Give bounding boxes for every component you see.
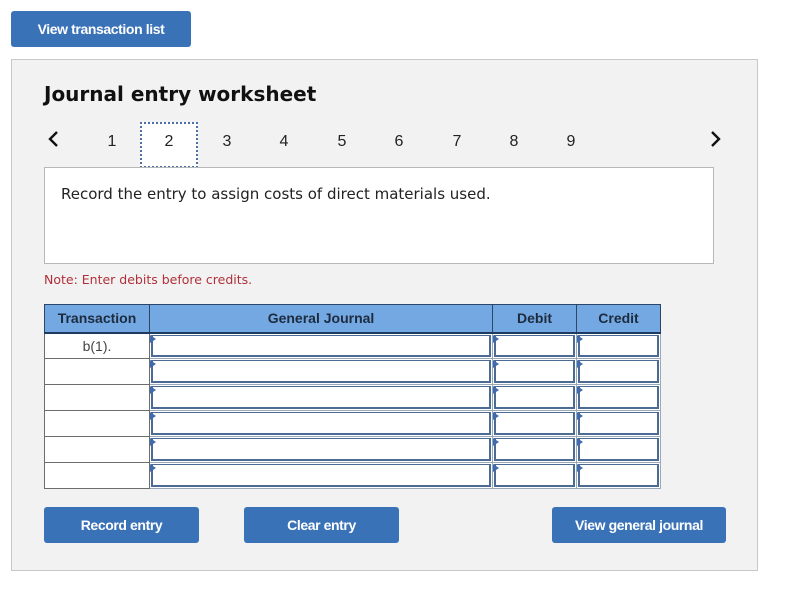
table-header-row: Transaction General Journal Debit Credit (44, 304, 661, 334)
credit-cell[interactable] (576, 436, 661, 463)
dropdown-marker-icon (150, 386, 156, 394)
debit-input[interactable] (494, 464, 575, 487)
page-tab-2[interactable]: 2 (140, 122, 198, 168)
general-journal-cell[interactable] (149, 410, 493, 437)
table-row (44, 384, 661, 411)
header-credit: Credit (576, 304, 661, 334)
debit-cell[interactable] (492, 358, 577, 385)
table-row (44, 462, 661, 489)
general-journal-input[interactable] (151, 360, 491, 383)
general-journal-input[interactable] (151, 438, 491, 461)
credit-cell[interactable] (576, 332, 661, 359)
general-journal-input[interactable] (151, 412, 491, 435)
transaction-cell (44, 436, 150, 463)
transaction-cell (44, 462, 150, 489)
chevron-left-icon (48, 131, 58, 147)
credit-cell[interactable] (576, 358, 661, 385)
credit-cell[interactable] (576, 384, 661, 411)
dropdown-marker-icon (577, 386, 583, 394)
dropdown-marker-icon (493, 386, 499, 394)
view-general-journal-button[interactable]: View general journal (552, 507, 726, 543)
header-general-journal: General Journal (149, 304, 493, 334)
debit-credit-note: Note: Enter debits before credits. (44, 272, 253, 287)
table-row (44, 358, 661, 385)
page-tab-9[interactable]: 9 (542, 122, 600, 168)
journal-entry-worksheet-panel: Journal entry worksheet 1 2 3 4 5 6 7 8 … (11, 59, 758, 571)
general-journal-input[interactable] (151, 464, 491, 487)
dropdown-marker-icon (150, 334, 156, 343)
page-tab-5[interactable]: 5 (313, 122, 371, 168)
table-row (44, 410, 661, 437)
table-row (44, 436, 661, 463)
general-journal-cell[interactable] (149, 384, 493, 411)
page-tab-3[interactable]: 3 (198, 122, 256, 168)
dropdown-marker-icon (493, 334, 499, 343)
debit-cell[interactable] (492, 462, 577, 489)
transaction-cell (44, 384, 150, 411)
instruction-text: Record the entry to assign costs of dire… (61, 185, 491, 203)
transaction-cell (44, 410, 150, 437)
page-tab-4[interactable]: 4 (255, 122, 313, 168)
page-tab-1[interactable]: 1 (83, 122, 141, 168)
dropdown-marker-icon (493, 438, 499, 446)
page-tab-8[interactable]: 8 (485, 122, 543, 168)
next-page-button[interactable] (705, 126, 727, 152)
credit-input[interactable] (578, 334, 659, 357)
view-transaction-list-button[interactable]: View transaction list (11, 11, 191, 47)
credit-cell[interactable] (576, 410, 661, 437)
general-journal-cell[interactable] (149, 462, 493, 489)
credit-input[interactable] (578, 386, 659, 409)
debit-input[interactable] (494, 360, 575, 383)
credit-cell[interactable] (576, 462, 661, 489)
dropdown-marker-icon (150, 464, 156, 472)
credit-input[interactable] (578, 360, 659, 383)
header-debit: Debit (492, 304, 577, 334)
journal-entry-table: Transaction General Journal Debit Credit… (44, 304, 661, 489)
general-journal-input[interactable] (151, 386, 491, 409)
debit-cell[interactable] (492, 436, 577, 463)
debit-cell[interactable] (492, 410, 577, 437)
record-entry-button[interactable]: Record entry (44, 507, 199, 543)
general-journal-input[interactable] (151, 334, 491, 357)
credit-input[interactable] (578, 438, 659, 461)
general-journal-cell[interactable] (149, 332, 493, 359)
debit-cell[interactable] (492, 332, 577, 359)
general-journal-cell[interactable] (149, 436, 493, 463)
header-transaction: Transaction (44, 304, 150, 334)
entry-instructions: Record the entry to assign costs of dire… (44, 167, 714, 264)
page-tab-6[interactable]: 6 (370, 122, 428, 168)
dropdown-marker-icon (493, 412, 499, 420)
dropdown-marker-icon (577, 334, 583, 343)
dropdown-marker-icon (577, 438, 583, 446)
clear-entry-button[interactable]: Clear entry (244, 507, 399, 543)
dropdown-marker-icon (493, 464, 499, 472)
dropdown-marker-icon (577, 360, 583, 368)
previous-page-button[interactable] (42, 126, 64, 152)
dropdown-marker-icon (150, 360, 156, 368)
dropdown-marker-icon (577, 464, 583, 472)
credit-input[interactable] (578, 412, 659, 435)
dropdown-marker-icon (493, 360, 499, 368)
transaction-cell (44, 358, 150, 385)
page-tab-7[interactable]: 7 (428, 122, 486, 168)
chevron-right-icon (711, 131, 721, 147)
debit-input[interactable] (494, 412, 575, 435)
debit-cell[interactable] (492, 384, 577, 411)
transaction-cell: b(1). (44, 332, 150, 359)
debit-input[interactable] (494, 386, 575, 409)
table-row: b(1). (44, 332, 661, 359)
general-journal-cell[interactable] (149, 358, 493, 385)
debit-input[interactable] (494, 334, 575, 357)
dropdown-marker-icon (577, 412, 583, 420)
dropdown-marker-icon (150, 438, 156, 446)
worksheet-title: Journal entry worksheet (44, 82, 317, 106)
dropdown-marker-icon (150, 412, 156, 420)
debit-input[interactable] (494, 438, 575, 461)
credit-input[interactable] (578, 464, 659, 487)
